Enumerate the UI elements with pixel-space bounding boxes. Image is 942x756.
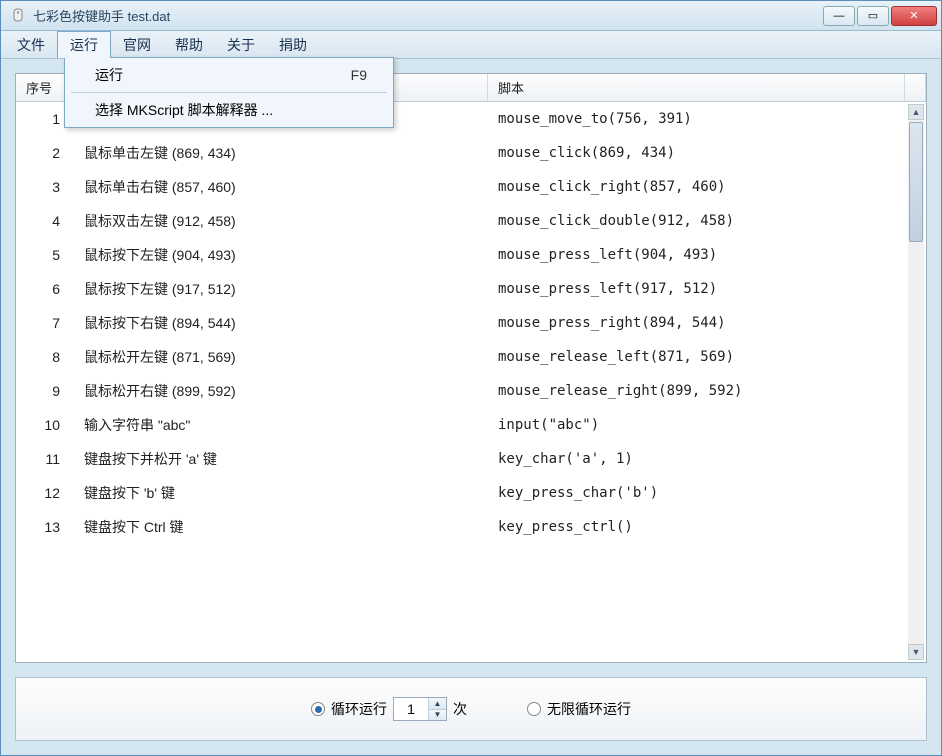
row-script: mouse_click_right(857, 460) [488,179,926,195]
table-row[interactable]: 2鼠标单击左键 (869, 434)mouse_click(869, 434) [16,136,926,170]
row-action: 输入字符串 "abc" [74,415,488,435]
table-row[interactable]: 13键盘按下 Ctrl 键key_press_ctrl() [16,510,926,544]
row-script: key_press_char('b') [488,485,926,501]
dropdown-run-shortcut: F9 [351,67,367,83]
header-scroll-spacer [905,74,926,101]
loop-count-spinner[interactable]: ▲ ▼ [393,697,447,721]
spinner-down[interactable]: ▼ [429,710,446,721]
row-index: 13 [16,519,74,535]
close-button[interactable]: ✕ [891,6,937,26]
row-index: 6 [16,281,74,297]
row-index: 10 [16,417,74,433]
row-action: 鼠标按下左键 (904, 493) [74,245,488,265]
menu-run[interactable]: 运行 [57,31,111,58]
row-script: mouse_release_right(899, 592) [488,383,926,399]
dropdown-select-interpreter-label: 选择 MKScript 脚本解释器 ... [95,100,273,120]
scroll-down-button[interactable]: ▼ [908,644,924,660]
row-index: 7 [16,315,74,331]
row-index: 11 [16,451,74,467]
row-script: mouse_press_right(894, 544) [488,315,926,331]
row-index: 5 [16,247,74,263]
infinite-loop-radio[interactable] [527,702,541,716]
menu-website[interactable]: 官网 [111,31,163,58]
row-script: mouse_move_to(756, 391) [488,111,926,127]
table-row[interactable]: 10输入字符串 "abc"input("abc") [16,408,926,442]
titlebar[interactable]: 七彩色按键助手 test.dat — ▭ ✕ [1,1,941,31]
loop-label-suffix: 次 [453,699,467,719]
loop-count-group[interactable]: 循环运行 ▲ ▼ 次 [311,697,467,721]
row-action: 鼠标双击左键 (912, 458) [74,211,488,231]
table-row[interactable]: 3鼠标单击右键 (857, 460)mouse_click_right(857,… [16,170,926,204]
menu-help[interactable]: 帮助 [163,31,215,58]
row-script: key_char('a', 1) [488,451,926,467]
table-row[interactable]: 6鼠标按下左键 (917, 512)mouse_press_left(917, … [16,272,926,306]
vertical-scrollbar[interactable]: ▲ ▼ [908,104,924,660]
table-row[interactable]: 5鼠标按下左键 (904, 493)mouse_press_left(904, … [16,238,926,272]
infinite-loop-label: 无限循环运行 [547,699,631,719]
footer-panel: 循环运行 ▲ ▼ 次 无限循环运行 [15,677,927,741]
table-row[interactable]: 4鼠标双击左键 (912, 458)mouse_click_double(912… [16,204,926,238]
run-dropdown: 运行 F9 选择 MKScript 脚本解释器 ... [64,57,394,128]
table-body: 1mouse_move_to(756, 391)2鼠标单击左键 (869, 43… [16,102,926,662]
row-action: 鼠标松开左键 (871, 569) [74,347,488,367]
minimize-button[interactable]: — [823,6,855,26]
row-script: mouse_press_left(917, 512) [488,281,926,297]
row-action: 键盘按下并松开 'a' 键 [74,449,488,469]
table-row[interactable]: 11键盘按下并松开 'a' 键key_char('a', 1) [16,442,926,476]
row-script: input("abc") [488,417,926,433]
app-window: 七彩色按键助手 test.dat — ▭ ✕ 文件 运行 官网 帮助 关于 捐助… [0,0,942,756]
scroll-up-button[interactable]: ▲ [908,104,924,120]
scroll-thumb[interactable] [909,122,923,242]
row-action: 鼠标松开右键 (899, 592) [74,381,488,401]
table-row[interactable]: 7鼠标按下右键 (894, 544)mouse_press_right(894,… [16,306,926,340]
menu-donate[interactable]: 捐助 [267,31,319,58]
menubar: 文件 运行 官网 帮助 关于 捐助 [1,31,941,59]
table-row[interactable]: 12键盘按下 'b' 键key_press_char('b') [16,476,926,510]
row-index: 2 [16,145,74,161]
row-index: 4 [16,213,74,229]
header-script[interactable]: 脚本 [488,74,905,101]
loop-label-prefix: 循环运行 [331,699,387,719]
app-icon [11,8,27,24]
row-script: mouse_click_double(912, 458) [488,213,926,229]
dropdown-run[interactable]: 运行 F9 [67,60,391,90]
row-index: 3 [16,179,74,195]
spinner-up[interactable]: ▲ [429,698,446,710]
window-controls: — ▭ ✕ [823,6,937,26]
row-action: 鼠标单击左键 (869, 434) [74,143,488,163]
row-action: 键盘按下 'b' 键 [74,483,488,503]
loop-count-radio[interactable] [311,702,325,716]
table-row[interactable]: 8鼠标松开左键 (871, 569)mouse_release_left(871… [16,340,926,374]
row-index: 9 [16,383,74,399]
row-action: 鼠标单击右键 (857, 460) [74,177,488,197]
menu-about[interactable]: 关于 [215,31,267,58]
row-script: mouse_press_left(904, 493) [488,247,926,263]
table-row[interactable]: 9鼠标松开右键 (899, 592)mouse_release_right(89… [16,374,926,408]
loop-count-input[interactable] [394,698,428,720]
content-area: 序号 脚本 1mouse_move_to(756, 391)2鼠标单击左键 (8… [1,59,941,755]
row-script: mouse_click(869, 434) [488,145,926,161]
window-title: 七彩色按键助手 test.dat [33,6,823,25]
dropdown-run-label: 运行 [95,65,123,85]
dropdown-select-interpreter[interactable]: 选择 MKScript 脚本解释器 ... [67,95,391,125]
row-index: 8 [16,349,74,365]
row-index: 12 [16,485,74,501]
menu-file[interactable]: 文件 [5,31,57,58]
row-script: key_press_ctrl() [488,519,926,535]
row-action: 鼠标按下左键 (917, 512) [74,279,488,299]
infinite-loop-group[interactable]: 无限循环运行 [527,699,631,719]
maximize-button[interactable]: ▭ [857,6,889,26]
script-table: 序号 脚本 1mouse_move_to(756, 391)2鼠标单击左键 (8… [15,73,927,663]
row-action: 鼠标按下右键 (894, 544) [74,313,488,333]
row-action: 键盘按下 Ctrl 键 [74,517,488,537]
row-script: mouse_release_left(871, 569) [488,349,926,365]
dropdown-separator [71,92,387,93]
